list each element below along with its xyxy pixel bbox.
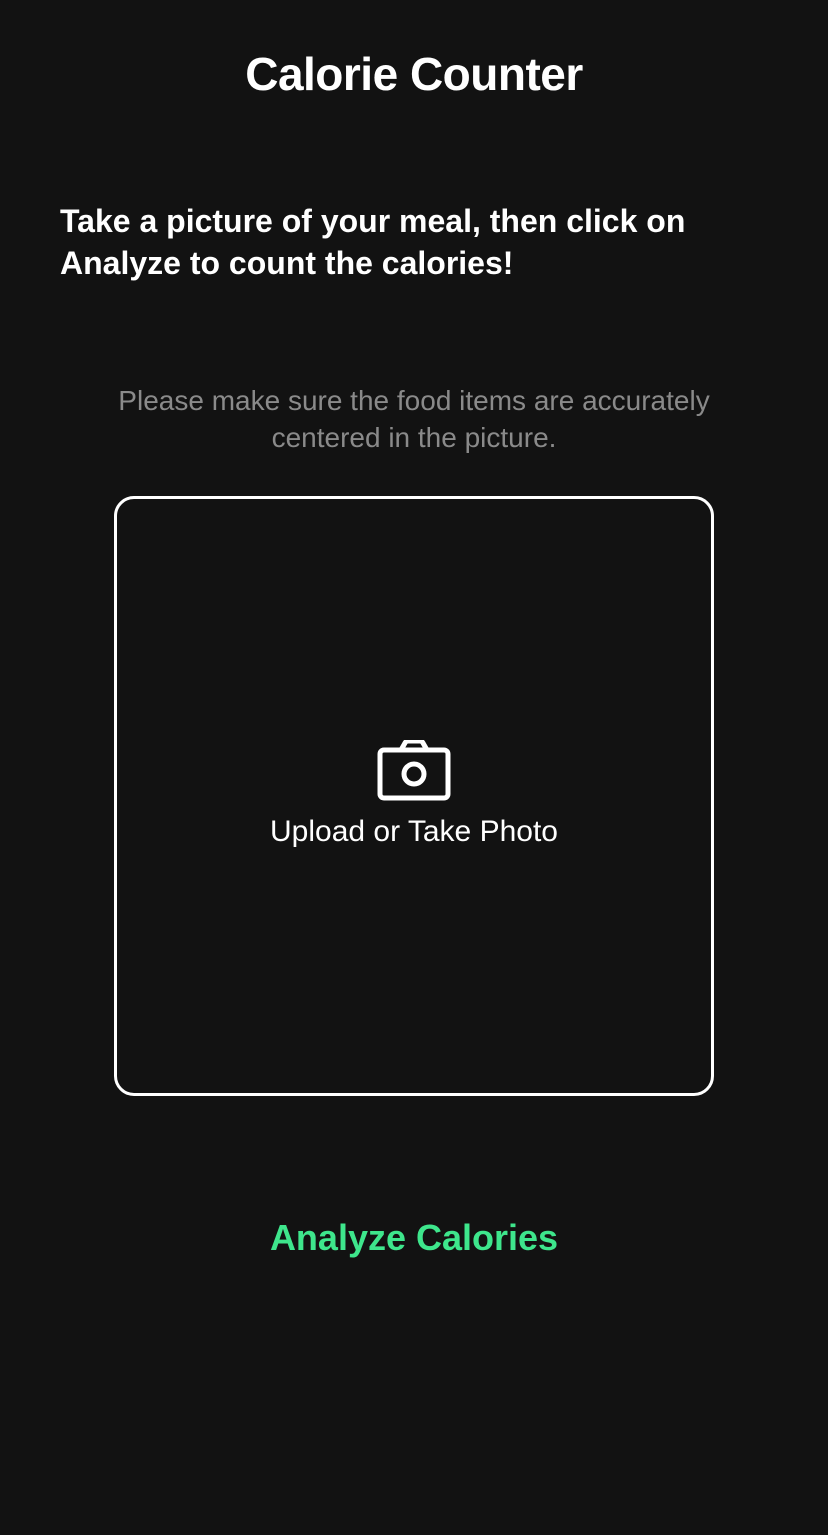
hint-text: Please make sure the food items are accu…	[118, 385, 710, 453]
camera-icon	[377, 740, 451, 801]
page-title: Calorie Counter	[245, 48, 583, 100]
instructions-text: Take a picture of your meal, then click …	[60, 203, 686, 281]
photo-upload-area[interactable]: Upload or Take Photo	[114, 496, 714, 1096]
analyze-calories-button[interactable]: Analyze Calories	[0, 1214, 828, 1262]
upload-label: Upload or Take Photo	[270, 815, 558, 848]
